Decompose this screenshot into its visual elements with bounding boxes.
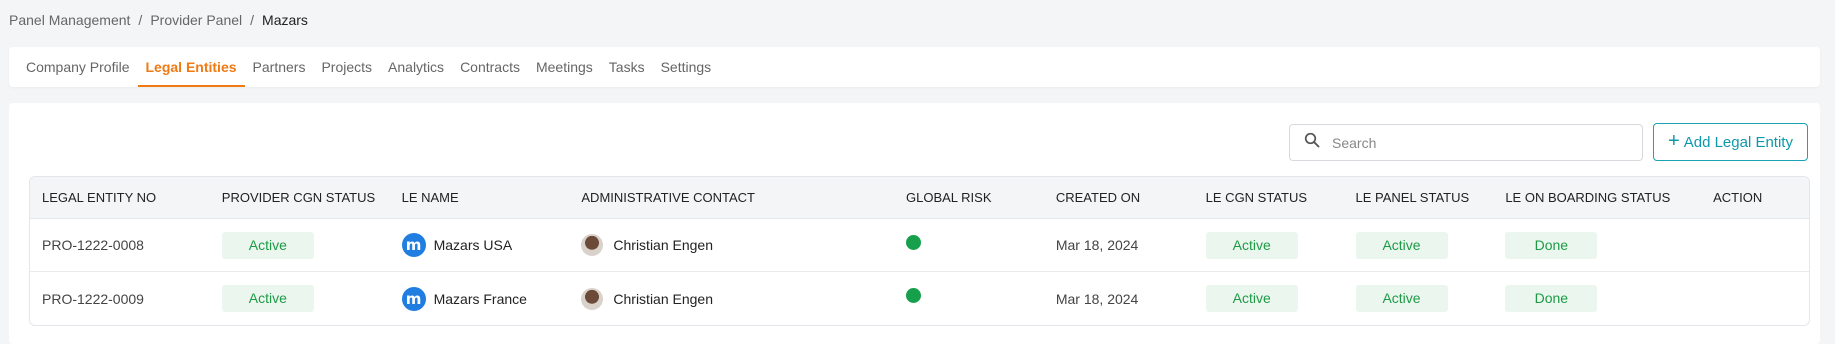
column-header-legal-entity-no[interactable]: LEGAL ENTITY NO	[30, 190, 210, 205]
status-badge: Done	[1505, 231, 1598, 259]
avatar	[581, 234, 604, 256]
created-on-cell: Mar 18, 2024	[1055, 290, 1139, 307]
table-row[interactable]: PRO-1222-0009 Active m Mazars France Chr…	[30, 272, 1809, 325]
tab-partners[interactable]: Partners	[245, 47, 314, 87]
plus-icon: +	[1668, 130, 1680, 152]
tab-company-profile[interactable]: Company Profile	[18, 47, 138, 87]
breadcrumb-item-provider-panel[interactable]: Provider Panel	[150, 12, 242, 28]
tab-bar: Company Profile Legal Entities Partners …	[9, 47, 1820, 87]
breadcrumb-separator: /	[250, 12, 255, 28]
column-header-global-risk[interactable]: GLOBAL RISK	[894, 190, 1044, 205]
breadcrumb-separator: /	[138, 12, 143, 28]
company-logo-icon: m	[401, 286, 426, 311]
table-row[interactable]: PRO-1222-0008 Active m Mazars USA Christ…	[30, 219, 1809, 272]
status-badge: Active	[221, 285, 314, 312]
company-logo-icon: m	[401, 233, 426, 257]
avatar	[581, 287, 604, 310]
column-header-provider-cgn-status[interactable]: PROVIDER CGN STATUS	[210, 190, 390, 205]
search-icon	[1304, 132, 1320, 153]
contact-name[interactable]: Christian Engen	[613, 291, 713, 307]
column-header-administrative-contact[interactable]: ADMINISTRATIVE CONTACT	[569, 190, 894, 205]
tab-projects[interactable]: Projects	[313, 47, 380, 87]
tab-legal-entities[interactable]: Legal Entities	[137, 47, 245, 87]
status-badge: Active	[1205, 285, 1298, 312]
entity-no-cell: PRO-1222-0009	[42, 290, 144, 307]
column-header-le-cgn-status[interactable]: LE CGN STATUS	[1194, 190, 1344, 205]
column-header-action: ACTION	[1713, 190, 1763, 205]
created-on-cell: Mar 18, 2024	[1055, 237, 1139, 253]
status-badge: Active	[1205, 231, 1298, 259]
column-header-created-on[interactable]: CREATED ON	[1044, 190, 1194, 205]
column-header-le-onboarding-status[interactable]: LE ON BOARDING STATUS	[1493, 190, 1701, 205]
tab-tasks[interactable]: Tasks	[601, 47, 653, 87]
search-input[interactable]	[1332, 134, 1622, 151]
le-name-link[interactable]: Mazars USA	[434, 237, 513, 253]
status-badge: Active	[221, 231, 314, 259]
risk-indicator-icon	[906, 234, 922, 250]
tab-meetings[interactable]: Meetings	[528, 47, 601, 87]
tab-contracts[interactable]: Contracts	[452, 47, 528, 87]
breadcrumb-item-panel-management[interactable]: Panel Management	[9, 12, 130, 28]
le-name-link[interactable]: Mazars France	[434, 291, 527, 307]
tab-analytics[interactable]: Analytics	[380, 47, 452, 87]
status-badge: Active	[1355, 231, 1448, 259]
add-legal-entity-button[interactable]: + Add Legal Entity	[1653, 123, 1808, 161]
column-header-le-name[interactable]: LE NAME	[390, 190, 570, 205]
status-badge: Done	[1505, 285, 1598, 312]
tab-settings[interactable]: Settings	[653, 47, 720, 87]
breadcrumb-current: Mazars	[262, 12, 308, 28]
entity-no-cell: PRO-1222-0008	[42, 237, 144, 253]
contact-name[interactable]: Christian Engen	[613, 237, 713, 253]
legal-entities-table: LEGAL ENTITY NO PROVIDER CGN STATUS LE N…	[29, 176, 1810, 326]
table-header: LEGAL ENTITY NO PROVIDER CGN STATUS LE N…	[30, 177, 1809, 219]
column-header-le-panel-status[interactable]: LE PANEL STATUS	[1344, 190, 1494, 205]
status-badge: Active	[1355, 285, 1448, 312]
breadcrumb: Panel Management / Provider Panel / Maza…	[9, 12, 308, 28]
legal-entities-panel: + Add Legal Entity LEGAL ENTITY NO PROVI…	[9, 103, 1820, 344]
risk-indicator-icon	[906, 288, 922, 303]
add-legal-entity-label: Add Legal Entity	[1683, 133, 1793, 151]
search-box[interactable]	[1289, 124, 1643, 161]
